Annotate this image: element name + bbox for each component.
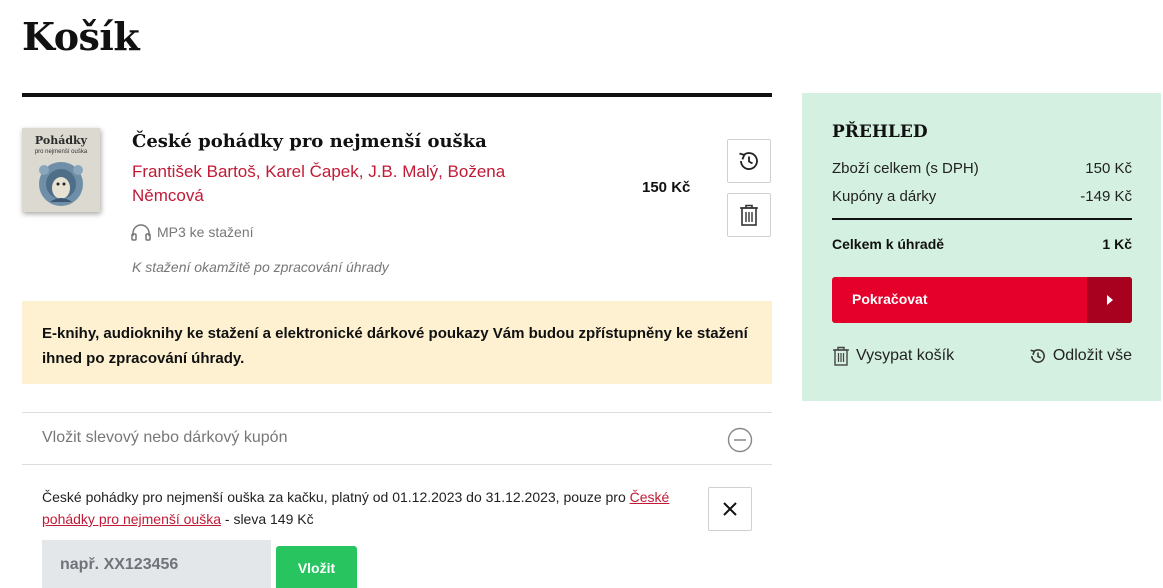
page-title: Košík (22, 14, 140, 59)
remove-item-button[interactable] (727, 193, 771, 237)
cover-subtitle: pro nejmenší ouška (34, 149, 88, 155)
delivery-note: K stažení okamžitě po zpracování úhrady (132, 259, 389, 275)
history-icon (1030, 349, 1045, 363)
summary-divider (832, 218, 1132, 220)
download-notice: E-knihy, audioknihy ke stažení a elektro… (22, 301, 772, 384)
postpone-all-label: Odložit vše (1052, 347, 1132, 364)
continue-button[interactable]: Pokračovat (832, 277, 1132, 323)
empty-cart-link[interactable]: Vysypat košík (832, 346, 954, 366)
play-arrow-icon (1087, 277, 1132, 323)
empty-cart-label: Vysypat košík (856, 347, 955, 364)
coupon-offer-prefix: České pohádky pro nejmenší ouška za kačk… (42, 489, 630, 505)
trash-icon (833, 346, 849, 366)
summary-coupons-value: -149 Kč (1080, 188, 1132, 205)
summary-title: PŘEHLED (832, 122, 928, 142)
cover-illustration (39, 162, 83, 206)
summary-goods-value: 150 Kč (1085, 160, 1132, 177)
summary-total-label: Celkem k úhradě (832, 236, 945, 252)
minus-circle-icon[interactable] (727, 427, 753, 453)
summary-coupons-row: Kupóny a dárky -149 Kč (832, 188, 1132, 205)
item-title[interactable]: České pohádky pro nejmenší ouška (132, 131, 487, 152)
headphones-icon (131, 224, 151, 241)
item-format: MP3 ke stažení (130, 223, 254, 241)
trash-icon (740, 204, 758, 226)
item-price: 150 Kč (642, 179, 691, 196)
item-format-label: MP3 ke stažení (157, 224, 254, 240)
coupon-close-button[interactable] (708, 487, 752, 531)
postpone-all-link[interactable]: Odložit vše (1028, 346, 1132, 366)
cover-title: Pohádky (34, 134, 88, 147)
summary-goods-label: Zboží celkem (s DPH) (832, 160, 979, 177)
summary-goods-row: Zboží celkem (s DPH) 150 Kč (832, 160, 1132, 177)
coupon-submit-button[interactable]: Vložit (276, 546, 357, 588)
cart-item: Pohádky pro nejmenší ouška České pohádky… (22, 97, 772, 297)
coupon-code-input[interactable] (42, 540, 271, 588)
coupon-toggle-row[interactable]: Vložit slevový nebo dárkový kupón (22, 412, 772, 465)
cart-column: Pohádky pro nejmenší ouška České pohádky… (22, 93, 772, 588)
book-cover[interactable]: Pohádky pro nejmenší ouška (22, 128, 100, 212)
close-icon (723, 502, 737, 516)
item-authors[interactable]: František Bartoš, Karel Čapek, J.B. Malý… (132, 160, 572, 208)
summary-total-value: 1 Kč (1102, 236, 1132, 252)
coupon-offer-text: České pohádky pro nejmenší ouška za kačk… (42, 486, 672, 530)
summary-coupons-label: Kupóny a dárky (832, 188, 937, 205)
order-summary: PŘEHLED Zboží celkem (s DPH) 150 Kč Kupó… (802, 93, 1161, 401)
continue-button-label: Pokračovat (852, 291, 928, 307)
history-icon (739, 152, 758, 170)
save-for-later-button[interactable] (727, 139, 771, 183)
summary-total-row: Celkem k úhradě 1 Kč (832, 236, 1132, 252)
coupon-header-label: Vložit slevový nebo dárkový kupón (42, 429, 288, 446)
coupon-offer-suffix: - sleva 149 Kč (221, 511, 314, 527)
